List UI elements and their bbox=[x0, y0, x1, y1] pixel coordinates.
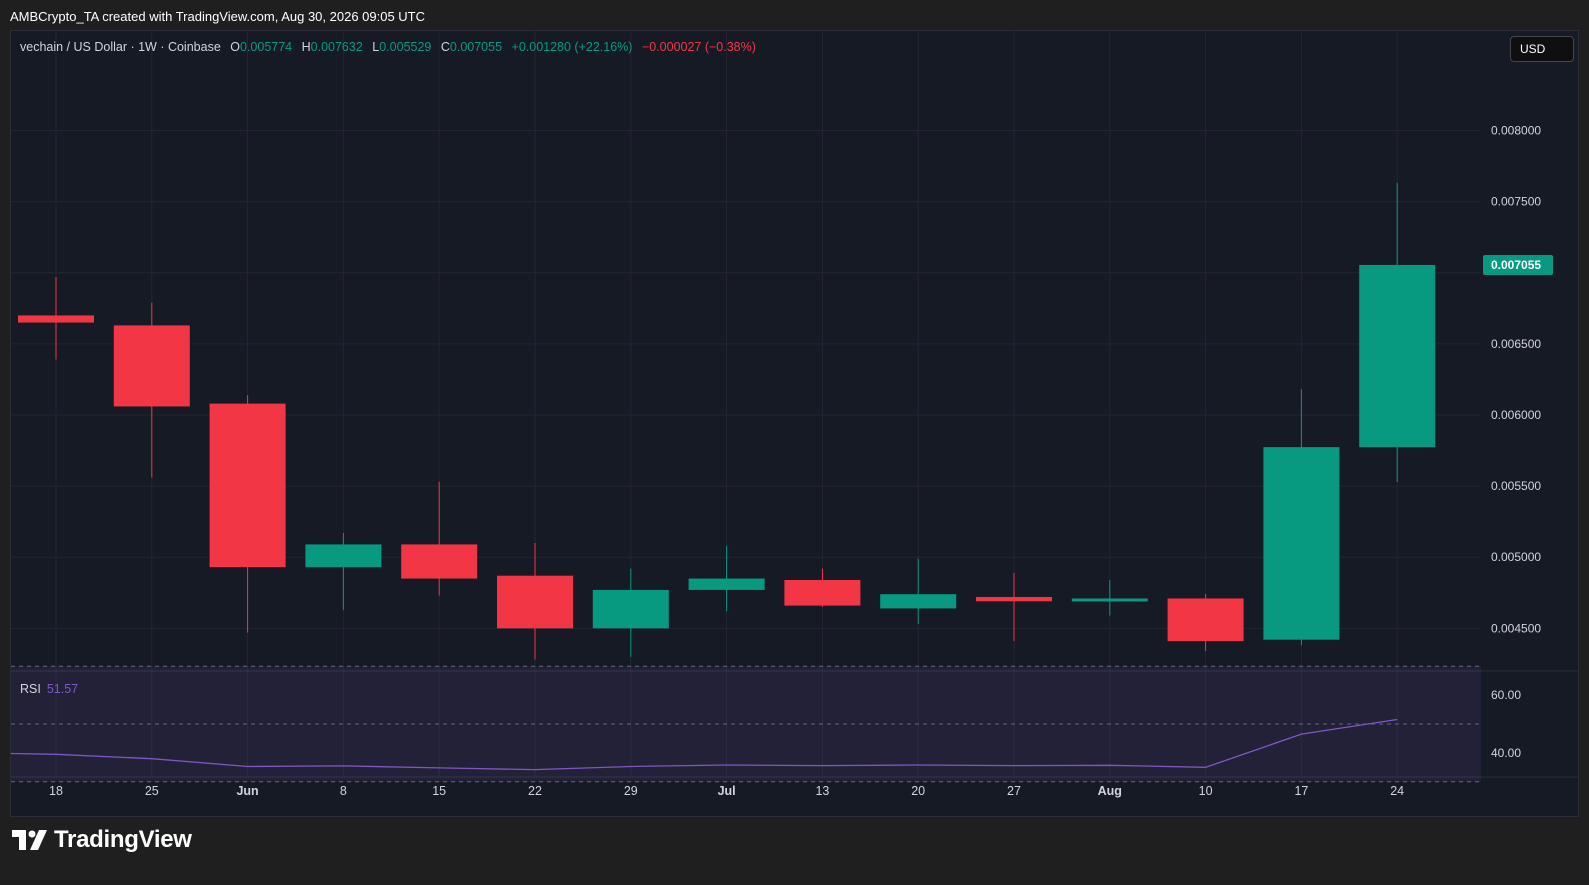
price-axis-tick-label: 0.006500 bbox=[1491, 337, 1541, 351]
candle bbox=[1071, 579, 1148, 616]
candle bbox=[497, 543, 573, 660]
rsi-name: RSI bbox=[20, 682, 41, 696]
candle-body bbox=[880, 594, 957, 609]
open-value: 0.005774 bbox=[240, 40, 293, 54]
price-axis-tick-label: 0.006000 bbox=[1491, 408, 1541, 422]
time-axis-tick-label: Aug bbox=[1098, 784, 1122, 798]
time-axis-tick-label: 13 bbox=[815, 784, 829, 798]
price-axis-tick-label: 0.005500 bbox=[1491, 479, 1541, 493]
time-axis-tick-label: 25 bbox=[145, 784, 159, 798]
time-axis-tick-label: Jul bbox=[718, 784, 736, 798]
time-axis-tick-label: 29 bbox=[624, 784, 638, 798]
chart-frame[interactable]: 60.00 40.00 0.008000 0.007500 0.006500 0.0060… bbox=[10, 30, 1579, 817]
time-axis-tick-label: 8 bbox=[340, 784, 347, 798]
candle bbox=[880, 558, 957, 625]
close-value: 0.007055 bbox=[449, 40, 503, 54]
price-axis-tick-label: 0.007500 bbox=[1491, 195, 1541, 209]
rsi-axis-tick-label: 40.00 bbox=[1491, 746, 1521, 760]
tradingview-logo-text: TradingView bbox=[54, 826, 192, 853]
candle-body bbox=[18, 315, 94, 323]
candle-body bbox=[784, 579, 861, 606]
candle-body bbox=[1359, 264, 1436, 448]
currency-button[interactable]: USD bbox=[1510, 36, 1574, 62]
price-axis-tick-label: 0.004500 bbox=[1491, 621, 1541, 635]
candle-body bbox=[497, 575, 573, 629]
candle-body bbox=[592, 589, 669, 629]
candle-body bbox=[976, 597, 1052, 602]
rsi-pane bbox=[11, 665, 1481, 783]
tradingview-logo[interactable]: TradingView bbox=[12, 826, 192, 854]
candle-body bbox=[305, 544, 382, 568]
candle bbox=[1167, 594, 1244, 652]
time-axis-tick-label: 17 bbox=[1294, 784, 1308, 798]
rsi-legend[interactable]: RSI 51.57 bbox=[20, 682, 78, 696]
candle-body bbox=[1263, 447, 1340, 640]
time-axis-tick-label: 18 bbox=[49, 784, 63, 798]
candle bbox=[113, 302, 190, 478]
candle bbox=[305, 533, 382, 610]
time-axis-tick-label: Jun bbox=[236, 784, 258, 798]
candle-body bbox=[209, 403, 286, 568]
rsi-axis-tick-label: 60.00 bbox=[1491, 688, 1521, 702]
candle bbox=[1263, 389, 1340, 646]
chart-credit: AMBCrypto_TA created with TradingView.co… bbox=[10, 9, 426, 24]
tradingview-logo-icon bbox=[12, 830, 47, 850]
price-axis-tick-label: 0.008000 bbox=[1491, 124, 1541, 138]
candle-body bbox=[401, 544, 478, 579]
candle-body bbox=[1071, 598, 1148, 602]
change-value: +0.001280 (+22.16%) bbox=[511, 40, 633, 54]
close-label: C bbox=[440, 40, 450, 54]
candle-body bbox=[688, 578, 765, 590]
candle bbox=[688, 545, 765, 612]
high-value: 0.007632 bbox=[310, 40, 363, 54]
time-axis-tick-label: 24 bbox=[1390, 784, 1404, 798]
candle bbox=[209, 395, 286, 633]
candle-body bbox=[1167, 598, 1244, 642]
time-axis-tick-label: 10 bbox=[1199, 784, 1213, 798]
last-price-label: 0.007055 bbox=[1491, 258, 1541, 272]
high-label: H bbox=[301, 40, 311, 54]
low-value: 0.005529 bbox=[379, 40, 432, 54]
time-axis-tick-label: 20 bbox=[911, 784, 925, 798]
candle-body bbox=[113, 325, 190, 407]
change-value-2: −0.000027 (−0.38%) bbox=[641, 40, 756, 54]
open-label: O bbox=[230, 40, 240, 54]
candle bbox=[401, 481, 478, 596]
time-axis-tick-label: 27 bbox=[1007, 784, 1021, 798]
symbol-legend[interactable]: vechain / US Dollar · 1W · Coinbase O0.0… bbox=[20, 40, 756, 54]
rsi-value: 51.57 bbox=[46, 682, 79, 696]
candle bbox=[1359, 182, 1436, 482]
candle bbox=[592, 568, 669, 657]
candle bbox=[976, 572, 1052, 642]
time-axis-tick-label: 15 bbox=[432, 784, 446, 798]
price-axis-tick-label: 0.005000 bbox=[1491, 550, 1541, 564]
chart-canvas[interactable]: 60.00 40.00 0.008000 0.007500 0.006500 0.0060… bbox=[11, 31, 1579, 817]
candle bbox=[18, 277, 94, 360]
candle bbox=[784, 568, 861, 607]
symbol-name[interactable]: vechain / US Dollar · 1W · Coinbase bbox=[20, 40, 221, 54]
time-axis-tick-label: 22 bbox=[528, 784, 542, 798]
